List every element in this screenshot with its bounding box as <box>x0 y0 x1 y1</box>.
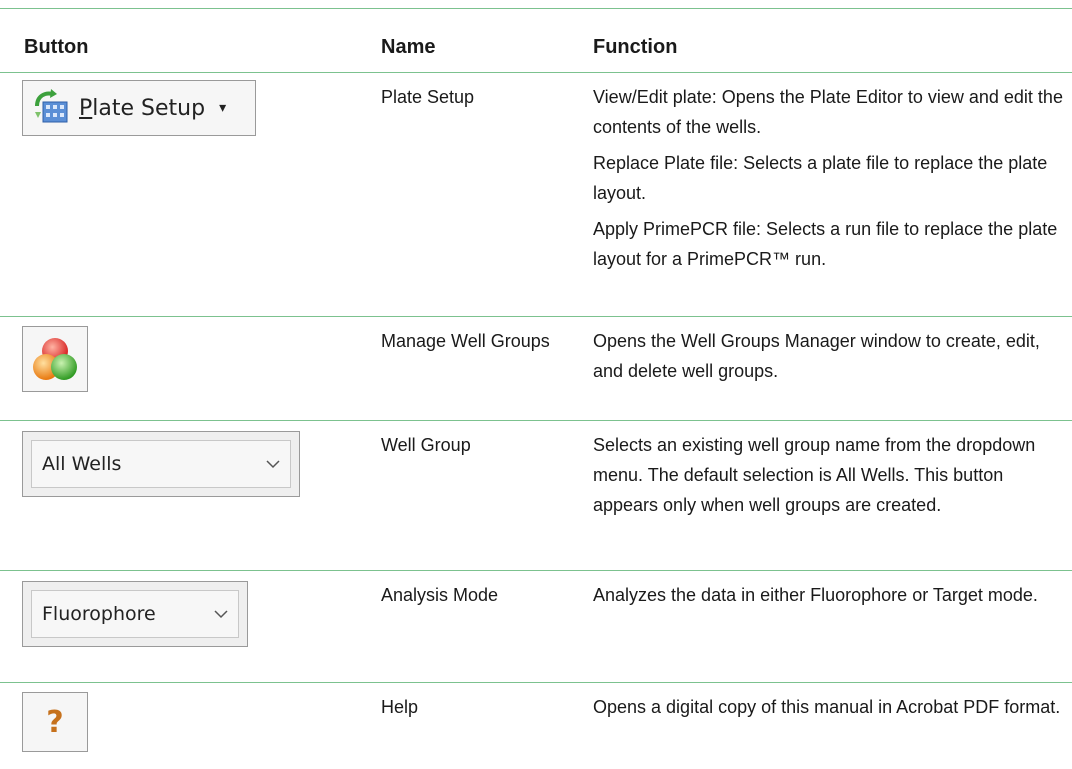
analysis-mode-dropdown[interactable]: Fluorophore <box>22 581 248 647</box>
table-row: Manage Well Groups Opens the Well Groups… <box>0 316 1072 420</box>
help-icon: ? <box>46 704 64 740</box>
row-name: Help <box>381 697 419 717</box>
dropdown-value: All Wells <box>42 453 122 475</box>
row-function: View/Edit plate: Opens the Plate Editor … <box>593 82 1063 280</box>
table-row: Plate Setup ▾ Plate Setup View/Edit plat… <box>0 72 1072 316</box>
dropdown-field: Fluorophore <box>31 590 239 638</box>
table-row: ? Help Opens a digital copy of this manu… <box>0 682 1072 768</box>
manage-well-groups-button[interactable] <box>22 326 88 392</box>
plate-setup-button[interactable]: Plate Setup ▾ <box>22 80 256 136</box>
function-text: Replace Plate file: Selects a plate file… <box>593 153 1048 203</box>
row-function: Analyzes the data in either Fluorophore … <box>593 585 1038 605</box>
function-text: Apply PrimePCR file: Selects a run file … <box>593 219 1058 269</box>
table-row: All Wells Well Group Selects an existing… <box>0 420 1072 570</box>
row-function: Opens the Well Groups Manager window to … <box>593 331 1040 381</box>
header-name: Name <box>381 36 436 58</box>
row-name: Plate Setup <box>381 87 475 107</box>
plate-setup-icon <box>35 89 68 123</box>
row-name: Analysis Mode <box>381 585 499 605</box>
table-header: Button Name Function <box>0 8 1072 72</box>
help-button[interactable]: ? <box>22 692 88 752</box>
header-function: Function <box>593 36 678 58</box>
well-group-dropdown[interactable]: All Wells <box>22 431 300 497</box>
header-button: Button <box>24 36 89 58</box>
row-name: Manage Well Groups <box>381 331 550 351</box>
row-function: Selects an existing well group name from… <box>593 435 1036 515</box>
well-groups-icon <box>33 338 77 380</box>
table-row: Fluorophore Analysis Mode Analyzes the d… <box>0 570 1072 682</box>
chevron-down-icon <box>214 610 228 619</box>
plate-setup-label-accel: P <box>79 95 93 121</box>
row-function: Opens a digital copy of this manual in A… <box>593 697 1061 717</box>
chevron-down-icon <box>266 460 280 469</box>
caret-down-icon: ▾ <box>219 100 227 116</box>
dropdown-value: Fluorophore <box>42 603 156 625</box>
function-text: View/Edit plate: Opens the Plate Editor … <box>593 87 1063 137</box>
row-name: Well Group <box>381 435 471 455</box>
dropdown-field: All Wells <box>31 440 291 488</box>
plate-setup-label: late Setup <box>92 95 206 121</box>
